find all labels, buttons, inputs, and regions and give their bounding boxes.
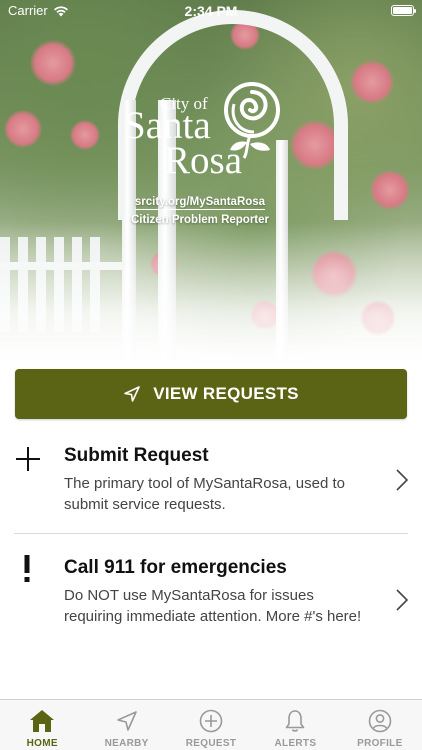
- view-requests-button[interactable]: VIEW REQUESTS: [15, 369, 407, 419]
- call-911-title: Call 911 for emergencies: [64, 557, 287, 578]
- rose-decoration: [4, 110, 42, 148]
- rose-decoration: [30, 40, 76, 86]
- status-time: 2:34 PM: [184, 3, 238, 19]
- hero-url[interactable]: srcity.org/MySantaRosa: [0, 196, 400, 210]
- hero-fade: [0, 222, 422, 372]
- submit-request-row[interactable]: Submit Request The primary tool of MySan…: [0, 433, 422, 533]
- call-911-row[interactable]: Call 911 for emergencies Do NOT use MySa…: [0, 545, 422, 660]
- view-requests-label: VIEW REQUESTS: [153, 384, 299, 403]
- tab-bar: HOME NEARBY REQUEST ALERTS PROFILE: [0, 699, 422, 750]
- tab-nearby[interactable]: NEARBY: [84, 700, 168, 750]
- tab-request-label: REQUEST: [185, 738, 237, 749]
- rose-decoration: [70, 120, 100, 150]
- tab-home[interactable]: HOME: [0, 700, 84, 750]
- tab-nearby-label: NEARBY: [104, 738, 149, 749]
- chevron-right-icon: [396, 589, 408, 611]
- home-icon: [30, 710, 55, 732]
- tab-request[interactable]: REQUEST: [169, 700, 253, 750]
- chevron-right-icon: [396, 469, 408, 491]
- submit-request-description: The primary tool of MySantaRosa, used to…: [64, 475, 345, 513]
- rose-decoration: [350, 60, 394, 104]
- exclamation-icon: [24, 555, 30, 582]
- plus-circle-icon: [199, 709, 223, 733]
- tab-alerts-label: ALERTS: [274, 738, 317, 749]
- tab-profile-label: PROFILE: [357, 738, 403, 749]
- hero-subtitle: Citizen Problem Reporter: [130, 214, 270, 226]
- tab-home-label: HOME: [26, 738, 58, 749]
- tab-alerts[interactable]: ALERTS: [253, 700, 337, 750]
- plus-icon: [16, 447, 40, 471]
- tab-profile[interactable]: PROFILE: [338, 700, 422, 750]
- hero-url-text: srcity.org/MySantaRosa: [134, 196, 266, 210]
- user-circle-icon: [368, 709, 392, 733]
- call-911-description: Do NOT use MySantaRosa for issues requir…: [64, 587, 362, 625]
- rose-logo-icon: [224, 82, 280, 159]
- app-screen: Carrier 2:34 PM City of Santa Rosa srcit…: [0, 0, 422, 750]
- hero-banner: Carrier 2:34 PM City of Santa Rosa srcit…: [0, 0, 422, 372]
- battery-icon: [391, 5, 416, 16]
- bell-icon: [286, 710, 305, 732]
- submit-request-title: Submit Request: [64, 445, 209, 466]
- status-bar: Carrier 2:34 PM: [0, 0, 422, 22]
- send-icon: [124, 386, 141, 402]
- location-arrow-icon: [116, 711, 137, 731]
- row-divider: [14, 533, 408, 534]
